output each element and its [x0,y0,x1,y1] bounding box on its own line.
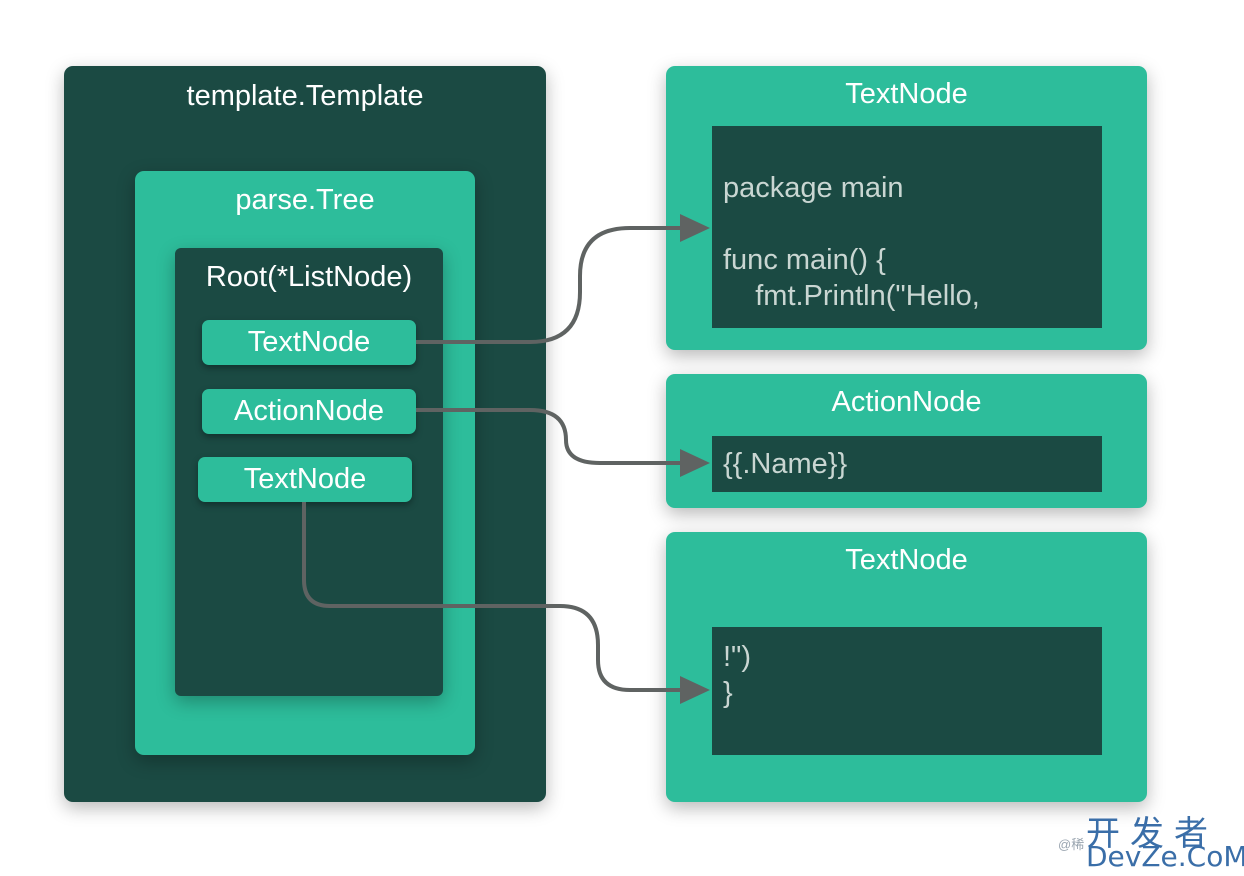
connector-arrow-textnode-2 [302,502,688,692]
arrowhead-1 [680,214,710,242]
watermark-en: DevZe.CoM [1086,840,1244,873]
connector-arrow-actionnode [416,408,688,465]
connector-arrow-textnode-1 [416,223,691,344]
watermark-at: @稀 [1058,837,1085,852]
connector-layer [302,214,710,704]
arrowhead-3 [680,676,710,704]
arrowhead-2 [680,449,710,477]
